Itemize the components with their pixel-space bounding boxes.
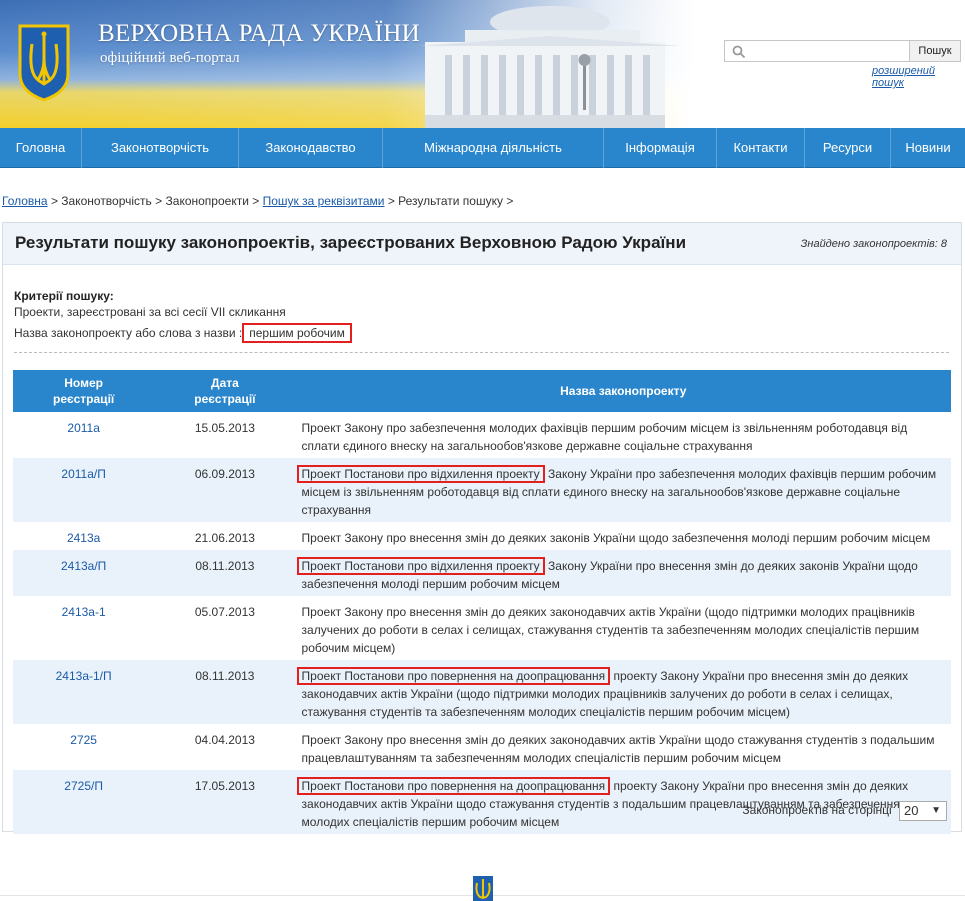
bill-date: 08.11.2013 [154,660,296,724]
breadcrumb-lawmaking: Законотворчість [61,194,152,208]
table-row: 2413а-1/П 08.11.2013 Проект Постанови пр… [13,660,951,724]
criteria-name-value: першим робочим [242,323,352,343]
bill-title: Проект Закону про внесення змін до деяки… [301,733,935,765]
table-row: 2413а-1 05.07.2013 Проект Закону про вне… [13,596,951,660]
bill-title: Проект Закону про внесення змін до деяки… [301,605,920,655]
bill-number-link[interactable]: 2725 [13,724,154,770]
per-page-label: Законопроектів на сторінці [742,803,892,818]
search-input[interactable] [724,40,910,62]
breadcrumb-home[interactable]: Головна [2,194,48,208]
nav-item-news[interactable]: Новини [891,128,965,168]
per-page-control: Законопроектів на сторінці 20 ▼ [742,801,947,821]
bill-date: 17.05.2013 [154,770,296,834]
found-count: Знайдено законопроектів: 8 [800,238,947,250]
nav-item-contacts[interactable]: Контакти [717,128,805,168]
nav-item-lawmaking[interactable]: Законотворчість [82,128,239,168]
bill-title: Проект Закону про забезпечення молодих ф… [301,421,908,453]
highlighted-phrase: Проект Постанови про відхилення проекту [296,557,545,575]
search-icon [732,45,746,59]
breadcrumb-current: Результати пошуку [398,194,503,208]
criteria-heading: Критерії пошуку: [14,289,114,303]
highlighted-phrase: Проект Постанови про повернення на доопр… [296,667,611,685]
bill-date: 06.09.2013 [154,458,296,522]
main-nav: Головна Законотворчість Законодавство Мі… [0,128,965,168]
bill-title: Проект Постанови про повернення на доопр… [295,660,951,724]
nav-item-home[interactable]: Головна [0,128,82,168]
breadcrumb-bills: Законопроекти [165,194,249,208]
col-header-number[interactable]: Номер реєстрації [13,370,155,412]
highlighted-phrase: Проект Постанови про повернення на доопр… [296,777,611,795]
col-header-name: Назва законопроекту [295,370,951,412]
site-title[interactable]: ВЕРХОВНА РАДА УКРАЇНИ [98,20,420,48]
breadcrumb: Головна > Законотворчість > Законопроект… [2,194,514,208]
bill-number-link[interactable]: 2413а [13,522,154,550]
divider [14,352,949,353]
results-panel: Результати пошуку законопроектів, зареєс… [2,222,962,834]
site-subtitle: офіційний веб-портал [100,50,240,66]
nav-item-legislation[interactable]: Законодавство [239,128,383,168]
chevron-down-icon: ▼ [931,805,941,816]
table-row: 2011а 15.05.2013 Проект Закону про забез… [13,412,951,458]
bill-date: 15.05.2013 [194,421,255,435]
results-table: Номер реєстрації Дата реєстрації Назва з… [13,370,951,834]
table-row: 2413а/П 08.11.2013 Проект Постанови про … [13,550,951,596]
bill-date: 05.07.2013 [194,605,255,619]
search-button[interactable]: Пошук [909,40,961,62]
breadcrumb-search[interactable]: Пошук за реквізитами [263,194,385,208]
criteria-name: Назва законопроекту або слова з назви :п… [14,323,352,343]
table-row: 2725 04.04.2013 Проект Закону про внесен… [13,724,951,770]
trident-crest-icon[interactable] [16,22,72,102]
bill-number-link[interactable]: 2413а-1 [13,596,154,660]
page-title: Результати пошуку законопроектів, зареєс… [15,233,687,252]
bill-date: 21.06.2013 [194,531,255,545]
highlighted-phrase: Проект Постанови про відхилення проекту [296,465,545,483]
trident-footer-icon [473,876,493,901]
table-row: 2011а/П 06.09.2013 Проект Постанови про … [13,458,951,522]
bill-date: 08.11.2013 [154,550,296,596]
bill-number-link[interactable]: 2011а [13,412,154,458]
bill-date: 04.04.2013 [194,733,255,747]
bill-number-link[interactable]: 2725/П [13,770,155,834]
criteria-session: Проекти, зареєстровані за всі сесії VII … [14,305,286,319]
bill-number-link[interactable]: 2413а-1/П [13,660,155,724]
bill-title: Проект Закону про внесення змін до деяки… [301,531,931,545]
bill-title: Проект Постанови про відхилення проекту … [295,550,951,596]
site-header: ВЕРХОВНА РАДА УКРАЇНИ офіційний веб-порт… [0,0,965,128]
bill-number-link[interactable]: 2413а/П [13,550,155,596]
col-header-date[interactable]: Дата реєстрації [154,370,296,412]
nav-item-international[interactable]: Міжнародна діяльність [383,128,604,168]
advanced-search-link[interactable]: розширений пошук [872,65,965,89]
criteria-name-label: Назва законопроекту або слова з назви : [14,326,243,340]
nav-item-information[interactable]: Інформація [604,128,717,168]
nav-item-resources[interactable]: Ресурси [805,128,891,168]
bill-title: Проект Постанови про відхилення проекту … [295,458,951,522]
parliament-building-image [420,6,680,128]
panel-header: Результати пошуку законопроектів, зареєс… [3,223,961,265]
table-row: 2413а 21.06.2013 Проект Закону про внесе… [13,522,951,550]
bill-number-link[interactable]: 2011а/П [13,458,155,522]
per-page-select[interactable]: 20 ▼ [899,801,947,821]
